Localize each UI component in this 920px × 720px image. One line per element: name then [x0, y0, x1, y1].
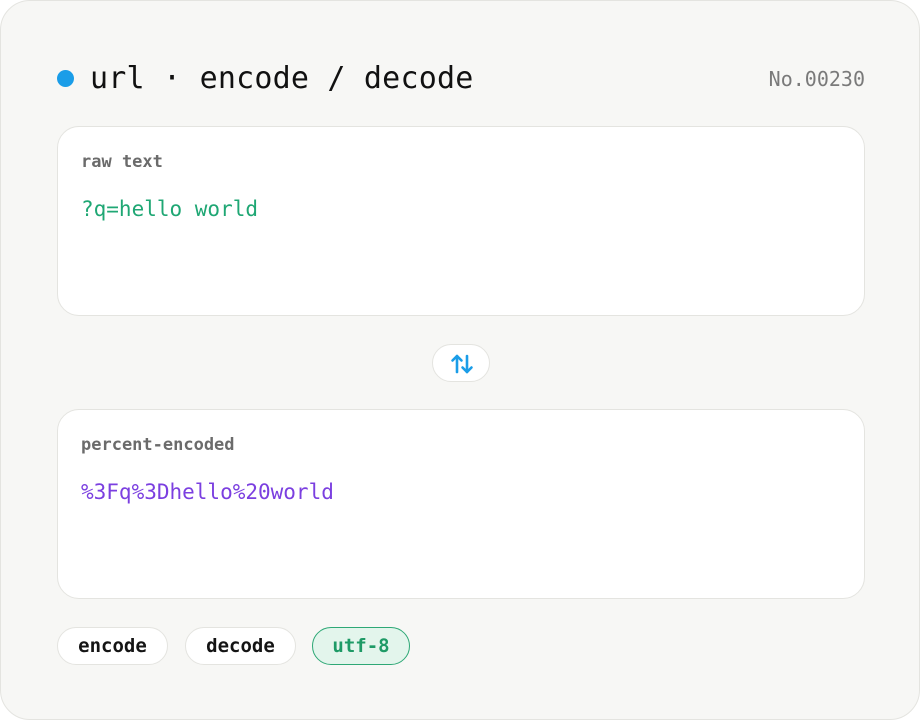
charset-utf8-toggle[interactable]: utf-8 — [312, 627, 410, 665]
encode-button[interactable]: encode — [57, 627, 168, 665]
raw-text-input[interactable]: ?q=hello world — [81, 195, 258, 223]
percent-encoded-panel[interactable]: percent-encoded %3Fq%3Dhello%20world — [57, 409, 865, 599]
converter-card: url · encode / decode No.00230 raw text … — [0, 0, 920, 720]
decode-button[interactable]: decode — [185, 627, 296, 665]
percent-encoded-output[interactable]: %3Fq%3Dhello%20world — [81, 478, 334, 506]
swap-vertical-arrows-icon — [451, 354, 473, 374]
status-dot-icon — [57, 70, 74, 87]
serial-number: No.00230 — [768, 67, 865, 91]
raw-text-panel[interactable]: raw text ?q=hello world — [57, 126, 865, 316]
raw-text-label: raw text — [81, 152, 163, 172]
swap-button[interactable] — [432, 344, 490, 382]
page-title: url · encode / decode — [90, 61, 474, 96]
header: url · encode / decode No.00230 — [57, 59, 865, 99]
percent-encoded-label: percent-encoded — [81, 435, 235, 455]
